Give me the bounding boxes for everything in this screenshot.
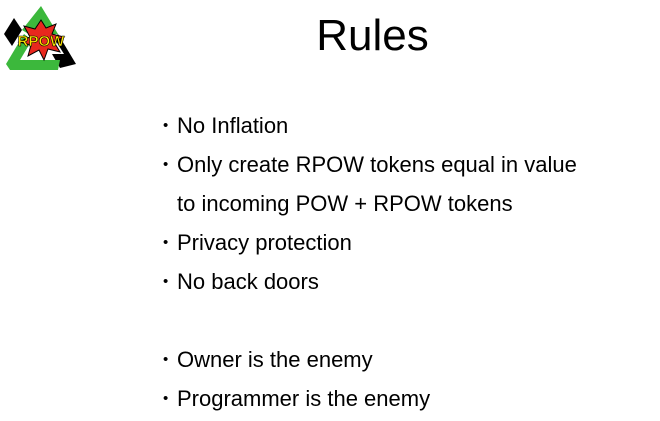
bullet-dot: •	[163, 234, 169, 251]
bullet-spacer	[163, 301, 577, 340]
bullet-dot: •	[163, 156, 169, 173]
bullet-dot: •	[163, 273, 169, 290]
bullet-text: Programmer is the enemy	[177, 386, 431, 411]
bullet-text: Only create RPOW tokens equal in value	[177, 152, 577, 177]
bullet-item: • No Inflation	[163, 106, 577, 145]
bullet-dot: •	[163, 117, 169, 134]
bullet-item: • Privacy protection	[163, 223, 577, 262]
bullet-text: No Inflation	[177, 113, 289, 138]
bullet-list: • No Inflation • Only create RPOW tokens…	[163, 106, 577, 418]
bullet-item: • Only create RPOW tokens equal in value	[163, 145, 577, 184]
bullet-item: • No back doors	[163, 262, 577, 301]
bullet-dot: •	[163, 351, 169, 368]
slide-title: Rules	[316, 11, 429, 60]
bullet-text: No back doors	[177, 269, 319, 294]
bullet-text: Owner is the enemy	[177, 347, 373, 372]
bullet-text: Privacy protection	[177, 230, 352, 255]
bullet-item: • Programmer is the enemy	[163, 379, 577, 418]
bullet-text: to incoming POW + RPOW tokens	[177, 191, 513, 216]
bullet-item: • Owner is the enemy	[163, 340, 577, 379]
bullet-continuation: to incoming POW + RPOW tokens	[163, 184, 577, 223]
bullet-dot: •	[163, 390, 169, 407]
